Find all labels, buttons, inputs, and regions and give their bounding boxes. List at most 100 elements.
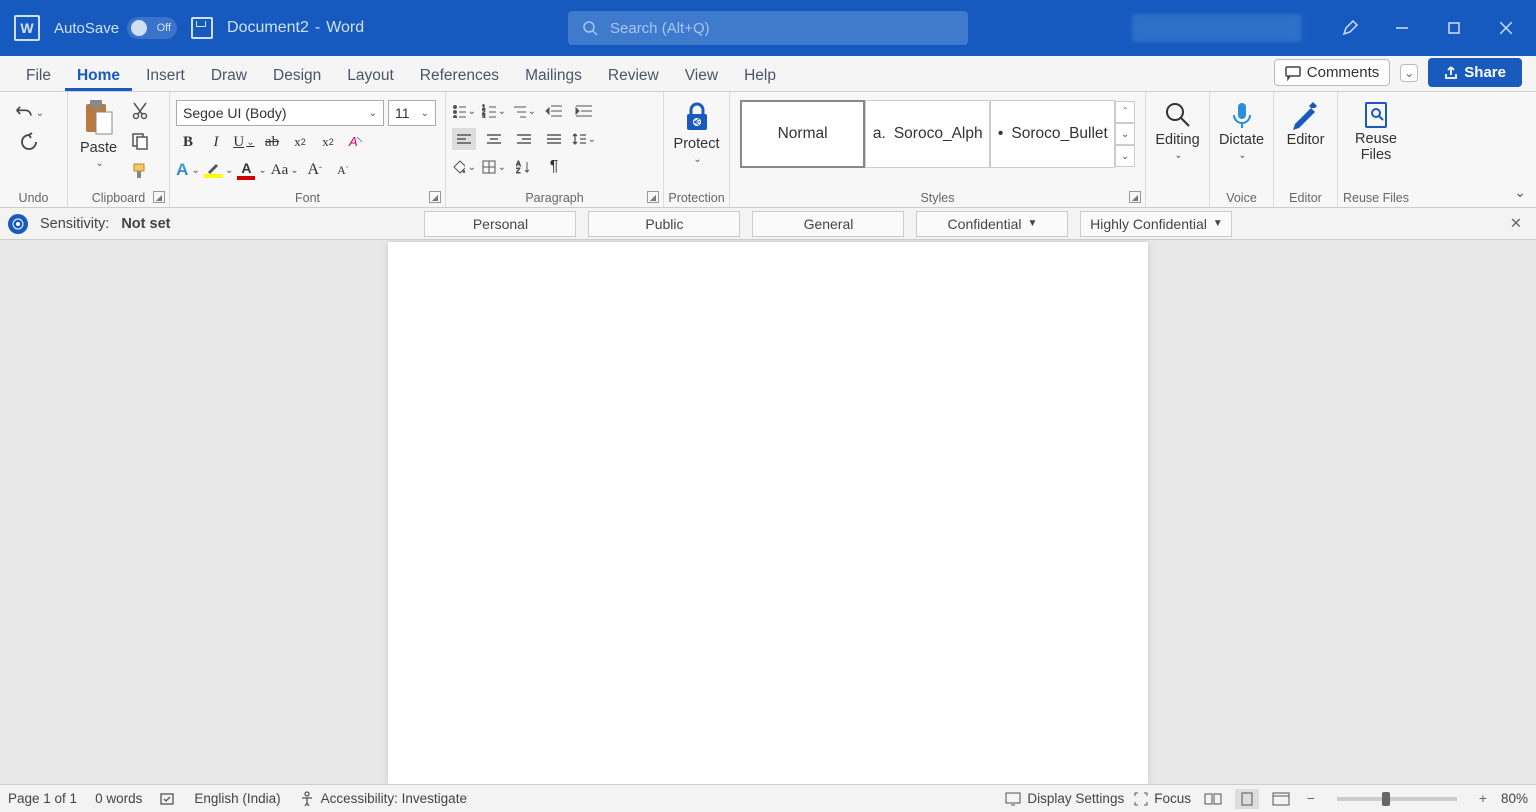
decrease-indent-button[interactable] bbox=[542, 100, 566, 122]
style-soroco-alph[interactable]: a.Soroco_Alph bbox=[865, 100, 990, 168]
zoom-out-button[interactable]: − bbox=[1303, 791, 1319, 806]
reuse-files-button[interactable]: Reuse Files bbox=[1344, 96, 1408, 168]
multilevel-list-button[interactable]: ⌄ bbox=[512, 100, 536, 122]
menu-home[interactable]: Home bbox=[65, 61, 132, 91]
editor-button[interactable]: Editor bbox=[1280, 96, 1331, 152]
protect-button[interactable]: Protect ⌄ bbox=[670, 96, 723, 169]
styles-dialog-launcher[interactable]: ◢ bbox=[1129, 191, 1141, 203]
sensitivity-general[interactable]: General bbox=[752, 211, 904, 237]
status-language[interactable]: English (India) bbox=[194, 791, 280, 806]
numbering-button[interactable]: 123⌄ bbox=[482, 100, 506, 122]
font-size-select[interactable]: 11⌄ bbox=[388, 100, 436, 126]
align-center-button[interactable] bbox=[482, 128, 506, 150]
undo-button[interactable]: ⌄ bbox=[14, 102, 44, 124]
zoom-in-button[interactable]: + bbox=[1475, 791, 1491, 806]
change-case-button[interactable]: Aa⌄ bbox=[271, 158, 299, 182]
sensitivity-public[interactable]: Public bbox=[588, 211, 740, 237]
align-left-button[interactable] bbox=[452, 128, 476, 150]
line-spacing-button[interactable]: ⌄ bbox=[572, 128, 596, 150]
comments-button[interactable]: Comments bbox=[1274, 59, 1391, 86]
chevron-down-icon[interactable]: ⌄ bbox=[1174, 150, 1182, 161]
display-settings-button[interactable]: Display Settings bbox=[1005, 791, 1124, 806]
menu-file[interactable]: File bbox=[14, 61, 63, 91]
zoom-slider[interactable] bbox=[1337, 797, 1457, 801]
menu-design[interactable]: Design bbox=[261, 61, 333, 91]
status-accessibility[interactable]: Accessibility: Investigate bbox=[299, 791, 467, 807]
strikethrough-button[interactable]: ab bbox=[260, 130, 284, 154]
user-account[interactable] bbox=[1132, 14, 1302, 42]
chevron-down-icon[interactable]: ⌄ bbox=[95, 158, 103, 169]
clear-format-button[interactable]: A bbox=[344, 130, 368, 154]
font-dialog-launcher[interactable]: ◢ bbox=[429, 191, 441, 203]
status-spellcheck[interactable] bbox=[160, 791, 176, 807]
paragraph-dialog-launcher[interactable]: ◢ bbox=[647, 191, 659, 203]
sort-button[interactable]: AZ bbox=[512, 156, 536, 178]
sensitivity-highly-confidential[interactable]: Highly Confidential▼ bbox=[1080, 211, 1232, 237]
subscript-button[interactable]: x2 bbox=[288, 130, 312, 154]
focus-button[interactable]: Focus bbox=[1134, 791, 1191, 806]
menu-references[interactable]: References bbox=[408, 61, 511, 91]
share-button[interactable]: Share bbox=[1428, 58, 1522, 87]
font-color-button[interactable]: A⌄ bbox=[237, 158, 266, 182]
status-words[interactable]: 0 words bbox=[95, 791, 142, 806]
increase-indent-button[interactable] bbox=[572, 100, 596, 122]
text-effects-button[interactable]: A⌄ bbox=[176, 158, 200, 182]
style-normal[interactable]: Normal bbox=[740, 100, 865, 168]
autosave-toggle[interactable]: AutoSave Off bbox=[54, 17, 177, 39]
cut-button[interactable] bbox=[129, 100, 151, 122]
chevron-down-icon[interactable]: ⌄ bbox=[36, 108, 44, 119]
styles-up-button[interactable]: ˆ bbox=[1115, 101, 1135, 123]
clipboard-dialog-launcher[interactable]: ◢ bbox=[153, 191, 165, 203]
menu-review[interactable]: Review bbox=[596, 61, 671, 91]
italic-button[interactable]: I bbox=[204, 130, 228, 154]
menu-draw[interactable]: Draw bbox=[199, 61, 259, 91]
menu-help[interactable]: Help bbox=[732, 61, 788, 91]
bullets-button[interactable]: ⌄ bbox=[452, 100, 476, 122]
comments-dropdown[interactable]: ⌄ bbox=[1400, 64, 1418, 82]
zoom-level[interactable]: 80% bbox=[1501, 791, 1528, 806]
underline-button[interactable]: U⌄ bbox=[232, 130, 256, 154]
dictate-button[interactable]: Dictate ⌄ bbox=[1216, 96, 1267, 165]
chevron-down-icon[interactable]: ⌄ bbox=[693, 154, 701, 165]
grow-font-button[interactable]: Aˆ bbox=[303, 158, 327, 182]
web-layout-button[interactable] bbox=[1269, 789, 1293, 809]
bold-button[interactable]: B bbox=[176, 130, 200, 154]
styles-down-button[interactable]: ⌄ bbox=[1115, 123, 1135, 145]
shading-button[interactable]: ⌄ bbox=[452, 156, 476, 178]
sensitivity-personal[interactable]: Personal bbox=[424, 211, 576, 237]
status-page[interactable]: Page 1 of 1 bbox=[8, 791, 77, 806]
format-painter-button[interactable] bbox=[129, 160, 151, 182]
show-paragraph-button[interactable]: ¶ bbox=[542, 156, 566, 178]
editing-button[interactable]: Editing ⌄ bbox=[1152, 96, 1203, 165]
sensitivity-close-button[interactable]: ✕ bbox=[1504, 216, 1528, 232]
shrink-font-button[interactable]: Aˇ bbox=[331, 158, 355, 182]
read-mode-button[interactable] bbox=[1201, 789, 1225, 809]
styles-more-button[interactable]: ⌄ bbox=[1115, 145, 1135, 167]
redo-button[interactable] bbox=[14, 130, 44, 152]
copy-button[interactable] bbox=[129, 130, 151, 152]
superscript-button[interactable]: x2 bbox=[316, 130, 340, 154]
style-soroco-bullet[interactable]: •Soroco_Bullet bbox=[990, 100, 1115, 168]
zoom-thumb[interactable] bbox=[1382, 792, 1390, 806]
menu-insert[interactable]: Insert bbox=[134, 61, 197, 91]
save-icon[interactable] bbox=[191, 17, 213, 39]
align-right-button[interactable] bbox=[512, 128, 536, 150]
borders-button[interactable]: ⌄ bbox=[482, 156, 506, 178]
document-page[interactable] bbox=[388, 242, 1148, 784]
minimize-button[interactable] bbox=[1378, 8, 1426, 48]
pen-icon[interactable] bbox=[1326, 8, 1374, 48]
menu-layout[interactable]: Layout bbox=[335, 61, 406, 91]
autosave-switch[interactable]: Off bbox=[127, 17, 177, 39]
search-box[interactable]: Search (Alt+Q) bbox=[568, 11, 968, 45]
menu-mailings[interactable]: Mailings bbox=[513, 61, 594, 91]
chevron-down-icon[interactable]: ⌄ bbox=[1238, 150, 1246, 161]
maximize-button[interactable] bbox=[1430, 8, 1478, 48]
close-button[interactable] bbox=[1482, 8, 1530, 48]
justify-button[interactable] bbox=[542, 128, 566, 150]
font-name-select[interactable]: Segoe UI (Body)⌄ bbox=[176, 100, 384, 126]
collapse-ribbon-button[interactable]: ⌄ bbox=[1514, 184, 1526, 201]
print-layout-button[interactable] bbox=[1235, 789, 1259, 809]
menu-view[interactable]: View bbox=[673, 61, 730, 91]
sensitivity-confidential[interactable]: Confidential▼ bbox=[916, 211, 1068, 237]
highlight-button[interactable]: ⌄ bbox=[204, 158, 233, 182]
